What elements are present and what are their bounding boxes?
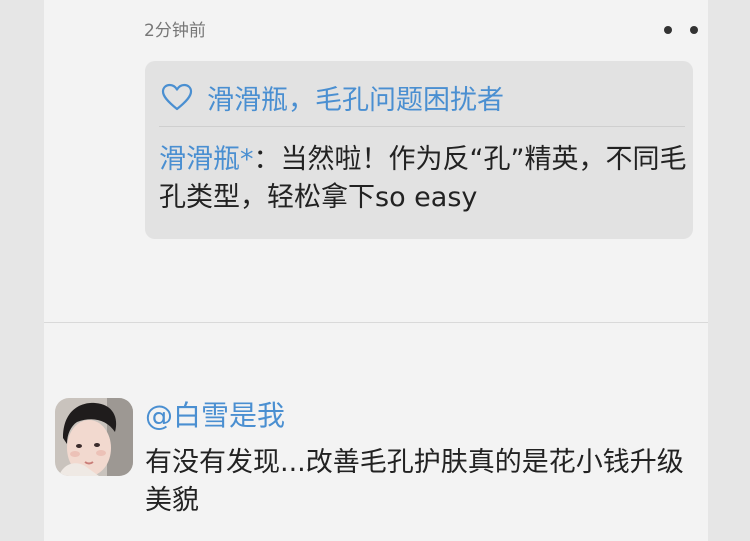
avatar[interactable] (55, 398, 133, 476)
more-options-button[interactable] (664, 20, 698, 40)
post-timestamp: 2分钟前 (144, 21, 206, 41)
more-dots-icon (690, 26, 698, 34)
section-divider (44, 322, 708, 323)
likes-row[interactable]: 滑滑瓶，毛孔问题困扰者 (161, 78, 504, 117)
comment-thread: 2分钟前 滑滑瓶，毛孔问题困扰者 滑滑瓶*：当然啦！作为反“孔”精英，不同毛孔类… (44, 0, 708, 541)
more-dots-icon (664, 26, 672, 34)
reply-author-link[interactable]: 滑滑瓶* (159, 144, 254, 175)
reply-card[interactable]: 滑滑瓶，毛孔问题困扰者 滑滑瓶*：当然啦！作为反“孔”精英，不同毛孔类型，轻松拿… (145, 61, 693, 239)
comment-author-link[interactable]: @白雪是我 (145, 394, 285, 434)
card-divider (159, 126, 685, 127)
avatar-photo (55, 398, 133, 476)
heart-outline-icon[interactable] (161, 83, 193, 111)
comment-text: 有没有发现...改善毛孔护肤真的是花小钱升级美貌 (145, 447, 684, 516)
liked-by-names[interactable]: 滑滑瓶，毛孔问题困扰者 (207, 78, 504, 117)
reply-text: 滑滑瓶*：当然啦！作为反“孔”精英，不同毛孔类型，轻松拿下so easy (159, 141, 689, 217)
